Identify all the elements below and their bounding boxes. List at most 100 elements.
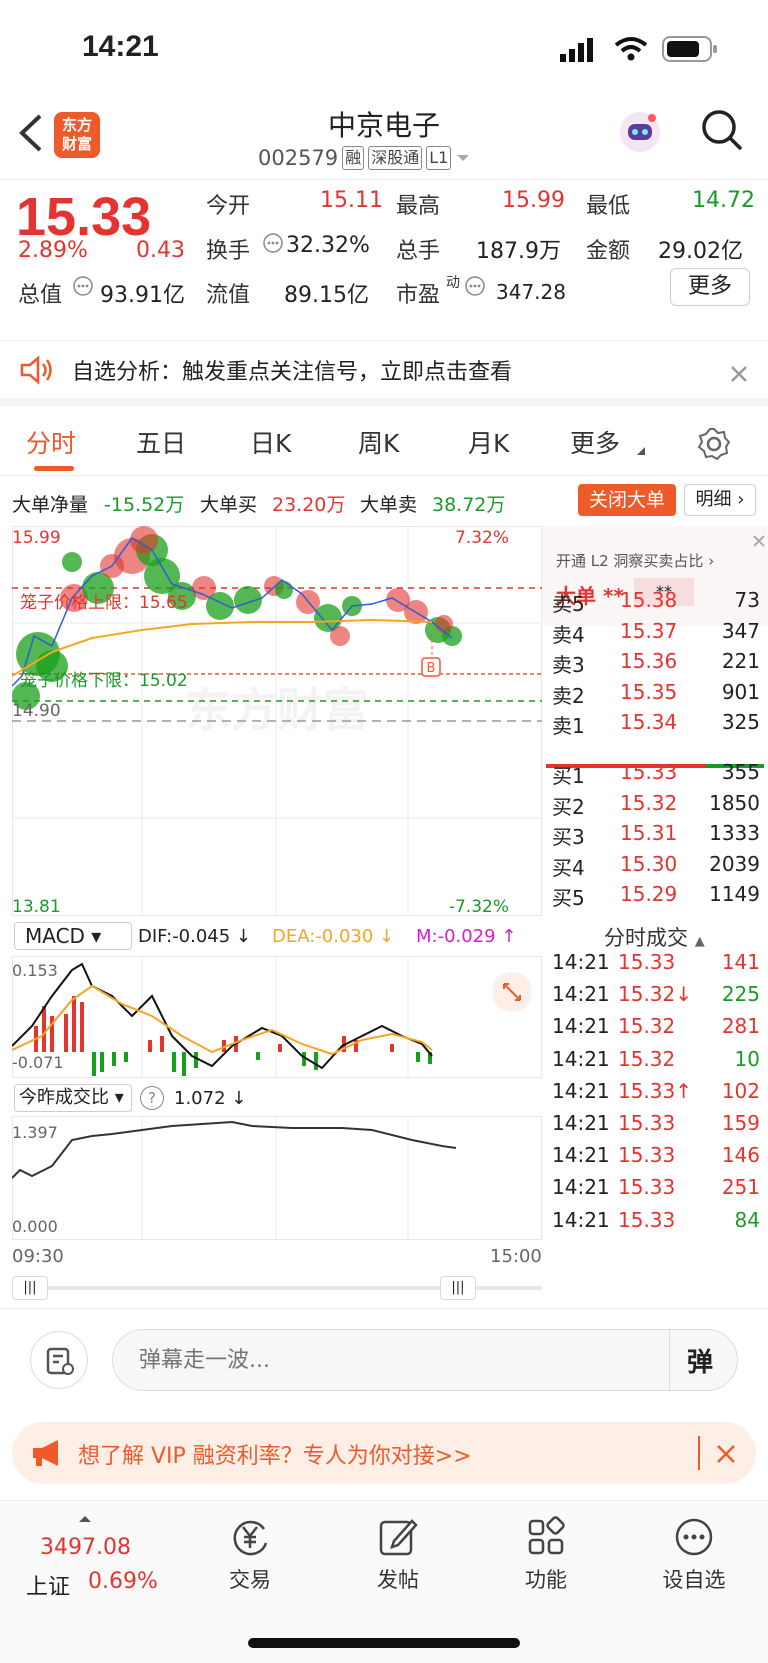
pct-max-label: 7.32%	[455, 528, 509, 548]
bid-row[interactable]: 买3 15.31 1333	[542, 821, 768, 851]
ask-row[interactable]: 卖3 15.36 221	[542, 649, 768, 679]
trade-price: 15.32↓	[618, 982, 693, 1007]
bid-label: 买1	[552, 764, 585, 788]
ask-row[interactable]: 卖1 15.34 325	[542, 710, 768, 740]
ask-volume: 221	[721, 649, 760, 674]
status-time: 14:21	[82, 30, 159, 63]
megaphone-icon	[33, 1440, 58, 1466]
trade-price: 15.33↑	[618, 1078, 693, 1103]
note-icon	[46, 1347, 74, 1375]
macd-max-label: 0.153	[12, 961, 58, 980]
index-name: 上证	[26, 1575, 71, 1600]
more-button[interactable]: 更多	[670, 268, 750, 306]
bid-row[interactable]: 买1 15.33 355	[542, 760, 768, 790]
close-icon[interactable]	[716, 1444, 736, 1464]
bid-price: 15.31	[620, 821, 678, 846]
trade-time: 14:21	[552, 1014, 610, 1039]
macd-selector[interactable]: MACD ▾	[14, 922, 132, 950]
tab-five-day[interactable]: 五日	[136, 424, 186, 460]
macd-chart[interactable]: 0.153 -0.071	[12, 956, 542, 1078]
danmu-input-wrap: 弹	[112, 1329, 738, 1391]
tab-more[interactable]: 更多	[570, 424, 620, 460]
ask-row[interactable]: 卖2 15.35 901	[542, 680, 768, 710]
bid-row[interactable]: 买5 15.29 1149	[542, 882, 768, 912]
trade-time: 14:21	[552, 1143, 610, 1168]
slider-right-handle[interactable]: |||	[440, 1276, 476, 1300]
nav-watchlist[interactable]: 设自选	[644, 1515, 744, 1594]
macd-header: MACD ▾ DIF:-0.045 ↓ DEA:-0.030 ↓ M:-0.02…	[14, 920, 534, 952]
notice-bar[interactable]: 自选分析：触发重点关注信号，立即点击查看	[0, 340, 768, 406]
vip-banner[interactable]: 想了解 VIP 融资利率？专人为你对接>>	[12, 1422, 756, 1484]
trade-row[interactable]: 14:21 15.33 146	[542, 1143, 768, 1173]
big-order-bar: 大单净量 -15.52万 大单买 23.20万 大单卖 38.72万 关闭大单 …	[0, 482, 768, 522]
trade-yen-icon	[233, 1520, 268, 1556]
trade-row[interactable]: 14:21 15.33 251	[542, 1175, 768, 1205]
pe-sup: 动	[446, 275, 460, 291]
trade-row[interactable]: 14:21 15.33 84	[542, 1208, 768, 1238]
nav-trade[interactable]: 交易	[200, 1515, 300, 1594]
pe-label: 市盈	[396, 283, 441, 308]
info-dots-icon[interactable]	[72, 275, 94, 297]
stock-code: 002579	[258, 146, 339, 170]
robot-avatar-icon[interactable]	[616, 108, 664, 156]
trade-volume: 84	[734, 1207, 760, 1232]
tab-intraday[interactable]: 分时	[26, 424, 76, 460]
help-icon[interactable]: ?	[140, 1086, 164, 1110]
danmu-toggle[interactable]: 弹	[687, 1342, 713, 1379]
close-icon[interactable]	[730, 365, 748, 383]
tab-weekly-k[interactable]: 周K	[358, 424, 399, 460]
macd-histogram	[34, 996, 432, 1076]
pct-min-label: -7.32%	[449, 897, 509, 916]
ask-row[interactable]: 卖5 15.38 73	[542, 588, 768, 618]
trade-row[interactable]: 14:21 15.33 141	[542, 950, 768, 980]
close-big-order-button[interactable]: 关闭大单	[578, 484, 676, 516]
tab-monthly-k[interactable]: 月K	[468, 424, 509, 460]
detail-button[interactable]: 明细 ›	[684, 484, 756, 516]
trade-volume: 102	[721, 1078, 760, 1103]
search-icon[interactable]	[700, 108, 744, 152]
sell-value: 38.72万	[432, 494, 506, 516]
net-value: -15.52万	[104, 494, 185, 516]
ask-volume: 325	[721, 710, 760, 735]
ask-row[interactable]: 卖4 15.37 347	[542, 619, 768, 649]
danmu-input[interactable]	[139, 1344, 659, 1376]
bid-label: 买2	[552, 794, 585, 819]
bid-label: 买4	[552, 855, 585, 880]
nav-functions[interactable]: 功能	[496, 1515, 596, 1594]
bid-row[interactable]: 买2 15.32 1850	[542, 791, 768, 821]
settings-gear-icon[interactable]	[696, 426, 732, 462]
trade-row[interactable]: 14:21 15.32 281	[542, 1014, 768, 1044]
info-dots-icon[interactable]	[262, 232, 284, 254]
trade-row[interactable]: 14:21 15.32↓ 225	[542, 982, 768, 1012]
trade-price: 15.32	[618, 1046, 676, 1071]
trade-row[interactable]: 14:21 15.33 159	[542, 1111, 768, 1141]
trade-volume: 10	[734, 1046, 760, 1071]
note-button[interactable]	[30, 1331, 88, 1389]
tab-daily-k[interactable]: 日K	[250, 424, 291, 460]
pe-value: 347.28	[496, 280, 566, 304]
amount-label: 金额	[586, 239, 631, 264]
change-pct: 2.89%	[18, 238, 88, 263]
index-ticker[interactable]: 3497.08 上证 0.69%	[12, 1515, 182, 1605]
tag-connect: 深股通	[368, 146, 423, 170]
slider-left-handle[interactable]: |||	[12, 1276, 48, 1300]
l2-promo[interactable]: 开通 L2 洞察买卖占比 ›	[556, 550, 714, 571]
ratio-selector[interactable]: 今昨成交比 ▾	[14, 1084, 132, 1112]
trade-row[interactable]: 14:21 15.33↑ 102	[542, 1079, 768, 1109]
info-dots-icon[interactable]	[464, 275, 486, 297]
stock-code-row[interactable]: 002579 融 深股通 L1	[258, 146, 471, 170]
more-circle-icon	[675, 1518, 713, 1556]
close-icon[interactable]	[752, 534, 766, 548]
trades-header[interactable]: 分时成交 ▲	[604, 922, 705, 952]
intraday-chart[interactable]: 东方财富 B 15.99 7.32% 笼子价格上限：15.65 笼子价格下限：1…	[12, 526, 542, 916]
bid-volume: 1333	[709, 821, 760, 846]
change-amount: 0.43	[136, 238, 185, 263]
ask-label: 卖5	[552, 592, 585, 616]
time-range-slider[interactable]: ||| |||	[12, 1276, 542, 1300]
volume-ratio-chart[interactable]: 1.397 0.000	[12, 1116, 542, 1240]
tag-level: L1	[426, 146, 452, 170]
ask-label: 卖4	[552, 622, 585, 647]
trade-row[interactable]: 14:21 15.32 10	[542, 1047, 768, 1077]
nav-post[interactable]: 发帖	[348, 1515, 448, 1594]
bid-row[interactable]: 买4 15.30 2039	[542, 852, 768, 882]
